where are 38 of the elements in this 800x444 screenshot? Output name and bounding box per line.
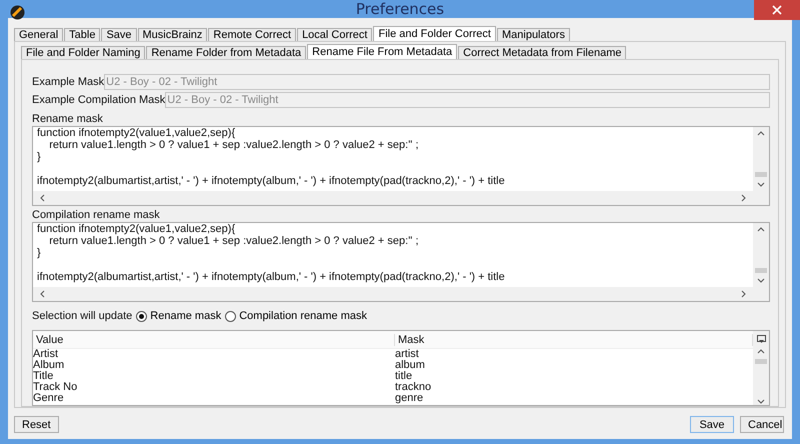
tab[interactable]: Manipulators [496,28,570,41]
tab[interactable]: General [14,28,64,41]
table-cell-text: trackno [395,382,432,393]
radio-option[interactable]: Compilation rename mask [225,310,367,322]
tab[interactable]: Correct Metadata from Filename [458,46,626,59]
table-cell-text: Track No [33,382,78,393]
table-cell-text: genre [395,393,424,404]
save-button[interactable]: Save [690,416,734,433]
field-label: Example Mask [32,76,104,88]
cancel-button[interactable]: Cancel [740,416,784,433]
mask-label: Compilation rename mask [32,209,161,222]
reset-button[interactable]: Reset [14,416,59,433]
tab[interactable]: Table [64,28,100,41]
example-field: U2 - Boy - 02 - Twilight [165,92,770,108]
table-cell-text: Title [33,371,54,382]
radio-option[interactable]: Rename mask [136,310,222,322]
window-title: Preferences [356,0,444,18]
tab[interactable]: Rename File From Metadata [307,44,458,59]
column-header[interactable]: Value [33,334,395,346]
tab[interactable]: File and Folder Correct [373,26,496,41]
mask-code: function ifnotempty2(value1,value2,sep){ return value1.length > 0 ? value1 + sep :value2.length > 0 ? value2 + sep:'' ; } ifnotempty2(albumartist,artist,' - ') + ifnotempty(album,' - ') + ifnotempty(pad(trackno,2),' - ') + title [36,127,506,189]
tab[interactable]: MusicBrainz [138,28,208,41]
table-cell-text: Artist [33,349,60,360]
tab[interactable]: Remote Correct [208,28,296,41]
tab[interactable]: Local Correct [297,28,372,41]
radio-group-label: Selection will update [32,310,132,322]
table-cell-text: album [395,360,426,371]
field-label: Example Compilation Mask [32,94,166,106]
example-field: U2 - Boy - 02 - Twilight [104,74,770,90]
table-cell-text: Genre [33,393,65,404]
mask-code: function ifnotempty2(value1,value2,sep){ return value1.length > 0 ? value1 + sep :value2.length > 0 ? value2 + sep:'' ; } ifnotempty2(albumartist,artist,' - ') + ifnotempty(album,' - ') + ifnotempty(pad(trackno,2),' - ') + title [36,223,506,285]
table-cell-text: artist [395,349,420,360]
table-cell-text: title [395,371,414,382]
tab[interactable]: File and Folder Naming [21,46,146,59]
tab[interactable]: Rename Folder from Metadata [146,46,306,59]
table-cell-text: Album [33,360,66,371]
tab[interactable]: Save [101,28,137,41]
mask-label: Rename mask [32,113,104,126]
